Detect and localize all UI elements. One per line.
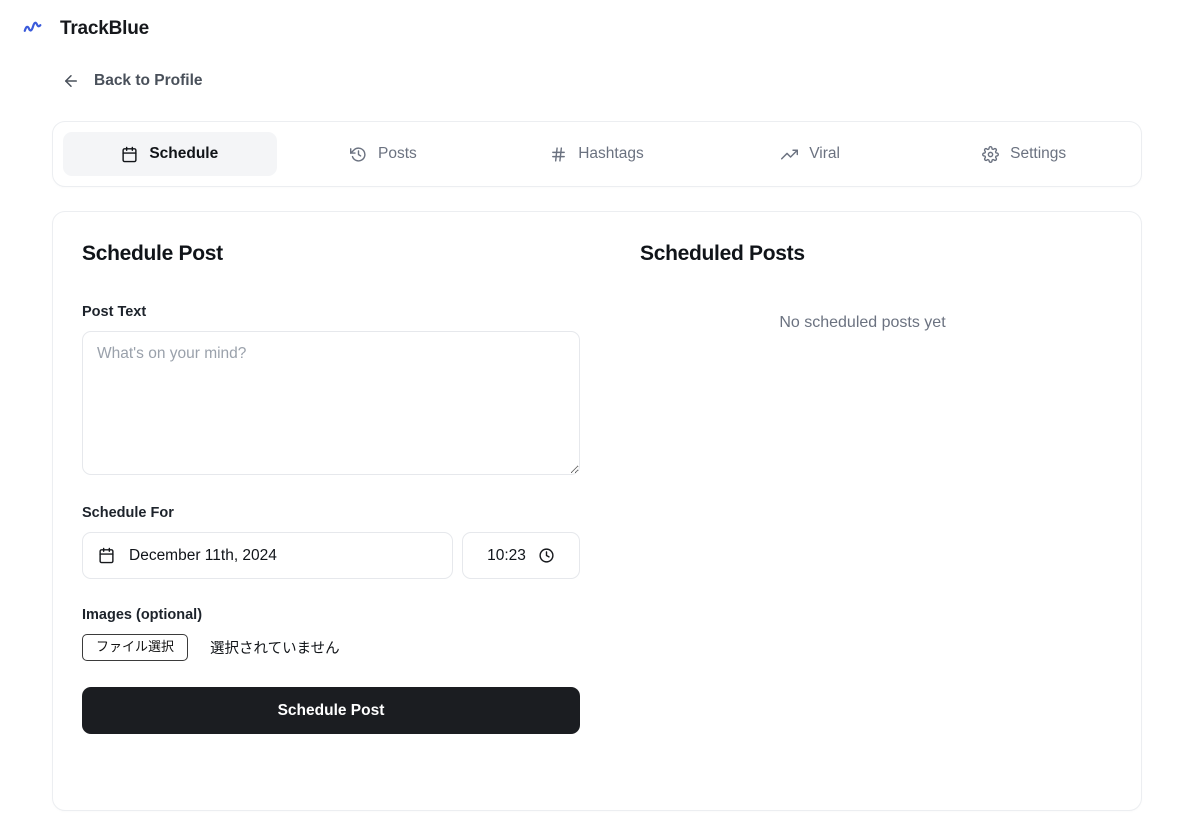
arrow-left-icon: [62, 72, 80, 90]
back-to-profile-link[interactable]: Back to Profile: [62, 72, 203, 90]
tab-viral[interactable]: Viral: [704, 132, 918, 176]
scheduled-posts-panel: Scheduled Posts No scheduled posts yet: [606, 242, 1141, 810]
scheduled-posts-empty-state: No scheduled posts yet: [779, 314, 946, 331]
trending-up-icon: [781, 146, 799, 163]
schedule-time-input[interactable]: 10:23: [462, 532, 580, 579]
history-clock-icon: [350, 146, 367, 163]
activity-line-icon: [20, 16, 46, 42]
images-label: Images (optional): [82, 607, 203, 623]
schedule-date-value: December 11th, 2024: [129, 546, 277, 564]
calendar-icon: [98, 547, 115, 564]
tab-bar: Schedule Posts Hashtags Viral Settings: [52, 121, 1142, 187]
scheduled-posts-title: Scheduled Posts: [640, 242, 805, 265]
post-text-label: Post Text: [82, 304, 147, 320]
post-text-input[interactable]: [82, 331, 580, 475]
tab-posts-label: Posts: [378, 145, 417, 162]
schedule-date-input[interactable]: December 11th, 2024: [82, 532, 453, 579]
brand-title: TrackBlue: [60, 18, 150, 39]
tab-schedule-label: Schedule: [149, 145, 219, 162]
tab-viral-label: Viral: [809, 145, 840, 162]
tab-hashtags-label: Hashtags: [578, 145, 644, 162]
app-header: TrackBlue: [0, 0, 1198, 46]
schedule-post-title: Schedule Post: [82, 242, 223, 265]
schedule-post-panel: Schedule Post Post Text Schedule For Dec…: [53, 242, 606, 810]
calendar-icon: [121, 146, 138, 163]
schedule-for-label: Schedule For: [82, 505, 174, 521]
choose-file-button[interactable]: ファイル選択: [82, 634, 189, 662]
back-row: Back to Profile: [0, 46, 1198, 95]
clock-icon: [538, 547, 555, 564]
image-file-input[interactable]: ファイル選択 選択されていません: [82, 634, 580, 662]
schedule-post-button[interactable]: Schedule Post: [82, 687, 580, 735]
gear-icon: [982, 145, 1000, 163]
schedule-time-value: 10:23: [487, 546, 526, 564]
tab-settings[interactable]: Settings: [917, 132, 1131, 176]
file-status-text: 選択されていません: [210, 641, 340, 658]
tab-hashtags[interactable]: Hashtags: [490, 132, 704, 176]
schedule-datetime-row: December 11th, 2024 10:23: [82, 532, 580, 579]
main-content-card: Schedule Post Post Text Schedule For Dec…: [52, 211, 1142, 811]
back-to-profile-label: Back to Profile: [94, 72, 203, 89]
tab-posts[interactable]: Posts: [277, 132, 491, 176]
tab-settings-label: Settings: [1010, 145, 1067, 162]
tab-schedule[interactable]: Schedule: [63, 132, 277, 176]
hash-icon: [550, 146, 567, 163]
